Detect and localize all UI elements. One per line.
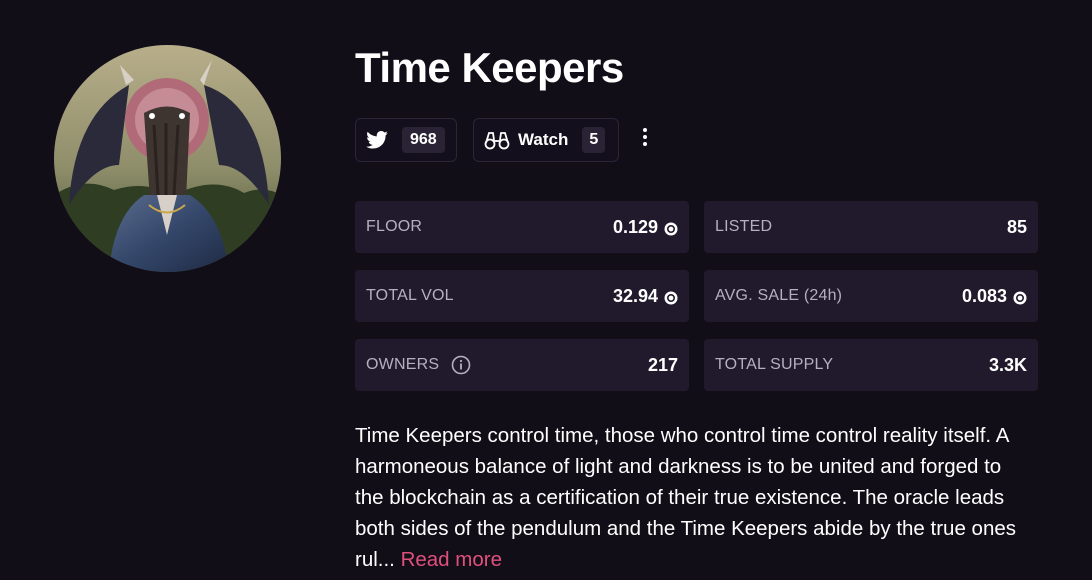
watch-label: Watch (518, 130, 569, 149)
stat-label: TOTAL SUPPLY (715, 356, 834, 373)
stat-owners: OWNERS 217 (355, 339, 689, 391)
stat-listed: LISTED 85 (704, 201, 1038, 253)
stat-floor: FLOOR 0.129 (355, 201, 689, 253)
stat-label: TOTAL VOL (366, 287, 454, 304)
collection-avatar (54, 45, 281, 272)
watch-button[interactable]: Watch 5 (473, 118, 619, 162)
info-icon[interactable] (451, 355, 471, 375)
twitter-count: 968 (402, 127, 445, 153)
stat-label: OWNERS (366, 356, 440, 373)
collection-description: Time Keepers control time, those who con… (355, 420, 1035, 575)
stat-value: 85 (1006, 216, 1027, 237)
stat-label: LISTED (715, 218, 773, 235)
sol-icon (664, 289, 678, 305)
watch-count: 5 (582, 127, 606, 153)
stat-value: 3.3K (988, 354, 1027, 375)
stat-value: 32.94 (612, 285, 658, 306)
twitter-button[interactable]: 968 (355, 118, 457, 162)
more-options-icon[interactable] (638, 124, 652, 150)
sol-icon (664, 220, 678, 236)
stat-value: 0.083 (961, 285, 1007, 306)
collection-title: Time Keepers (355, 44, 624, 91)
read-more-link[interactable]: Read more (401, 548, 502, 571)
twitter-icon (366, 131, 388, 149)
stat-value: 0.129 (612, 216, 658, 237)
stat-avg-sale: AVG. SALE (24h) 0.083 (704, 270, 1038, 322)
stat-label: AVG. SALE (24h) (715, 287, 843, 304)
binoculars-icon (484, 130, 510, 150)
stat-label: FLOOR (366, 218, 423, 235)
stat-total-supply: TOTAL SUPPLY 3.3K (704, 339, 1038, 391)
stat-total-vol: TOTAL VOL 32.94 (355, 270, 689, 322)
stat-value: 217 (647, 354, 678, 375)
sol-icon (1013, 289, 1027, 305)
